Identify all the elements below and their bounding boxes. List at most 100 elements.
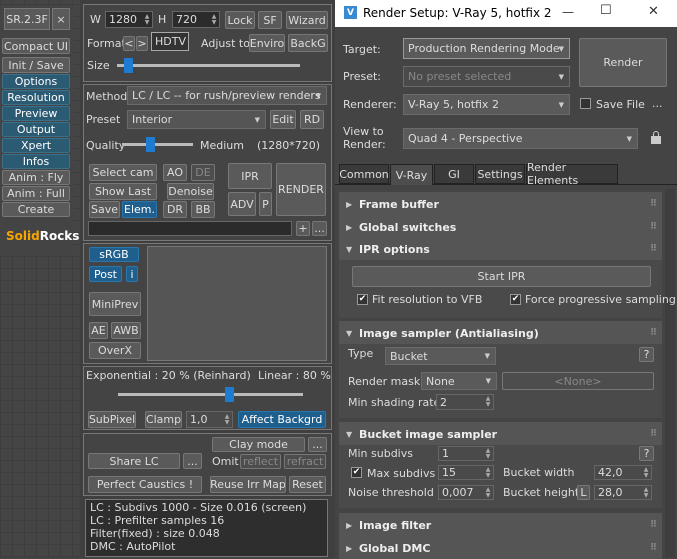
left-menu-button[interactable]: Compact UI bbox=[2, 38, 70, 54]
lock-button[interactable]: Lock bbox=[225, 11, 255, 29]
wizard-button[interactable]: Wizard bbox=[286, 11, 328, 29]
method-dropdown[interactable]: LC / LC -- for rush/preview renders ▼ bbox=[127, 86, 327, 105]
minimize-icon[interactable]: — bbox=[562, 5, 574, 19]
reset-button[interactable]: Reset bbox=[289, 476, 326, 493]
bucket-width-input[interactable]: 42,0 ▲ ▼ bbox=[594, 465, 652, 480]
omit-reflect-button[interactable]: reflect bbox=[240, 454, 281, 469]
left-menu-button[interactable]: Resolution bbox=[2, 90, 70, 105]
render-mask-dropdown[interactable]: None ▼ bbox=[421, 372, 497, 390]
dr-button[interactable]: DR bbox=[163, 201, 187, 218]
select-cam-button[interactable]: Select cam bbox=[89, 164, 157, 181]
exposure-slider-track[interactable] bbox=[118, 393, 303, 396]
type-dropdown[interactable]: Bucket ▼ bbox=[385, 347, 496, 365]
rd-button[interactable]: RD bbox=[300, 110, 324, 129]
awb-button[interactable]: AWB bbox=[111, 322, 141, 339]
edit-preset-button[interactable]: Edit bbox=[270, 110, 296, 129]
subpixel-button[interactable]: SubPixel bbox=[88, 411, 136, 428]
render-button[interactable]: RENDER bbox=[276, 163, 326, 216]
format-field[interactable]: HDTV bbox=[151, 32, 189, 51]
save-button[interactable]: Save bbox=[89, 201, 120, 218]
de-button[interactable]: DE bbox=[191, 164, 215, 181]
bucket-sampler-help-button[interactable]: ? bbox=[639, 446, 654, 461]
backg-button[interactable]: BackG bbox=[288, 34, 328, 52]
clay-mode-more-button[interactable]: ... bbox=[308, 437, 327, 452]
height-input[interactable]: 720 ▲ ▼ bbox=[172, 11, 220, 28]
min-shading-rate-input[interactable]: 2 ▲ ▼ bbox=[436, 394, 494, 410]
clamp-value-input[interactable]: 1,0 ▲ ▼ bbox=[186, 411, 233, 428]
image-filter-rollout[interactable]: ▶ Image filter ⠿ bbox=[339, 513, 662, 536]
quality-slider-thumb[interactable] bbox=[146, 137, 156, 152]
tab-render-elements[interactable]: Render Elements bbox=[526, 161, 618, 187]
min-subdivs-input[interactable]: 1 ▲ ▼ bbox=[438, 446, 494, 461]
more-button[interactable]: ... bbox=[312, 221, 327, 236]
left-menu-button[interactable]: Init / Save bbox=[2, 57, 70, 73]
bucket-lock-button[interactable]: L bbox=[577, 485, 590, 500]
scrollbar-track[interactable] bbox=[665, 189, 675, 557]
perfect-caustics-button[interactable]: Perfect Caustics ! bbox=[88, 476, 202, 493]
left-menu-button[interactable]: Create bbox=[2, 202, 70, 217]
left-menu-button[interactable]: Preview bbox=[2, 106, 70, 121]
quality-slider-track[interactable] bbox=[122, 143, 193, 146]
command-input[interactable] bbox=[88, 221, 292, 236]
share-lc-more-button[interactable]: ... bbox=[183, 453, 202, 469]
width-input[interactable]: 1280 ▲ ▼ bbox=[105, 11, 153, 28]
ae-button[interactable]: AE bbox=[89, 322, 108, 339]
max-subdivs-input[interactable]: 15 ▲ ▼ bbox=[438, 465, 494, 480]
post-info-button[interactable]: i bbox=[126, 266, 138, 282]
save-file-more[interactable]: ... bbox=[652, 97, 663, 110]
force-progressive-checkbox[interactable]: ✔ bbox=[510, 294, 521, 305]
image-sampler-help-button[interactable]: ? bbox=[639, 347, 654, 362]
omit-refract-button[interactable]: refract bbox=[284, 454, 326, 469]
global-dmc-rollout[interactable]: ▶ Global DMC ⠿ bbox=[339, 536, 662, 559]
enviro-button[interactable]: Enviro bbox=[249, 34, 285, 52]
preset-dropdown[interactable]: Interior ▼ bbox=[127, 110, 266, 129]
left-menu-button[interactable]: Anim : Full bbox=[2, 186, 70, 201]
reuse-irr-map-button[interactable]: Reuse Irr Map bbox=[210, 476, 286, 493]
srgb-button[interactable]: sRGB bbox=[89, 247, 139, 262]
left-menu-button[interactable]: Anim : Fly bbox=[2, 170, 70, 185]
close-window-icon[interactable]: ✕ bbox=[648, 4, 659, 19]
close-icon[interactable]: × bbox=[52, 8, 70, 30]
affect-backgrd-button[interactable]: Affect Backgrd bbox=[238, 411, 326, 428]
left-menu-button[interactable]: Options bbox=[2, 74, 70, 89]
clay-mode-button[interactable]: Clay mode bbox=[212, 437, 305, 452]
left-menu-button[interactable]: Infos bbox=[2, 154, 70, 169]
render-mask-object-button[interactable]: <None> bbox=[502, 372, 654, 390]
size-slider-track[interactable] bbox=[117, 64, 300, 67]
target-dropdown[interactable]: Production Rendering Mode ▼ bbox=[403, 38, 570, 59]
plus-button[interactable]: + bbox=[296, 221, 310, 236]
denoise-button[interactable]: Denoise bbox=[167, 183, 214, 200]
share-lc-button[interactable]: Share LC bbox=[88, 453, 180, 469]
show-last-button[interactable]: Show Last bbox=[89, 183, 157, 200]
start-ipr-button[interactable]: Start IPR bbox=[352, 266, 651, 287]
render-button-main[interactable]: Render bbox=[579, 38, 667, 87]
left-menu-button[interactable]: Output bbox=[2, 122, 70, 137]
renderer-dropdown[interactable]: V-Ray 5, hotfix 2 ▼ bbox=[403, 94, 570, 115]
format-next-button[interactable]: > bbox=[136, 36, 148, 51]
format-prev-button[interactable]: < bbox=[123, 36, 135, 51]
maximize-icon[interactable]: ☐ bbox=[600, 3, 612, 18]
adv-button[interactable]: ADV bbox=[228, 192, 256, 216]
mini-preview-area[interactable] bbox=[147, 246, 327, 361]
left-menu-button[interactable]: Xpert bbox=[2, 138, 70, 153]
ipr-button[interactable]: IPR bbox=[228, 163, 272, 189]
noise-threshold-input[interactable]: 0,007 ▲ ▼ bbox=[438, 485, 494, 500]
lock-icon[interactable] bbox=[651, 131, 661, 144]
miniprev-button[interactable]: MiniPrev bbox=[89, 292, 141, 316]
ao-button[interactable]: AO bbox=[163, 164, 187, 181]
bucket-height-input[interactable]: 28,0 ▲ ▼ bbox=[594, 485, 652, 500]
tab-common[interactable]: Common bbox=[339, 164, 389, 184]
p-button[interactable]: P bbox=[259, 192, 272, 216]
tab-gi[interactable]: GI bbox=[434, 164, 474, 184]
tab-settings[interactable]: Settings bbox=[475, 164, 525, 184]
sf-button[interactable]: SF bbox=[258, 11, 282, 29]
exposure-slider-thumb[interactable] bbox=[225, 387, 234, 402]
tab-vray[interactable]: V-Ray bbox=[390, 164, 433, 185]
frame-buffer-rollout[interactable]: ▶ Frame buffer ⠿ bbox=[339, 192, 662, 215]
size-slider-thumb[interactable] bbox=[123, 58, 133, 73]
global-switches-rollout[interactable]: ▶ Global switches ⠿ bbox=[339, 215, 662, 238]
preset-dropdown-rs[interactable]: No preset selected ▼ bbox=[403, 66, 570, 87]
elements-button[interactable]: Elem. bbox=[122, 201, 157, 218]
post-button[interactable]: Post bbox=[89, 266, 122, 282]
max-subdivs-checkbox[interactable]: ✔ bbox=[351, 467, 362, 478]
